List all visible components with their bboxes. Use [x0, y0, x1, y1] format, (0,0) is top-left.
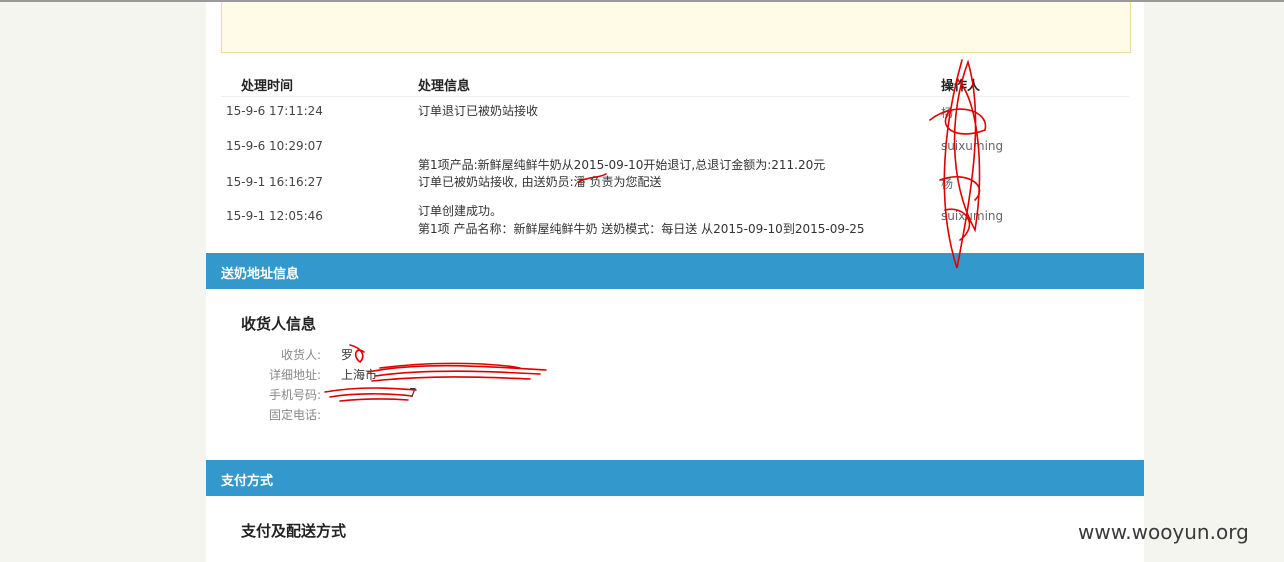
section-title-payment: 支付方式	[221, 474, 274, 489]
log-operator: 杨	[941, 106, 954, 120]
log-row: 15-9-1 12:05:46 订单创建成功。 第1项 产品名称：新鲜屋纯鲜牛奶…	[221, 202, 1129, 247]
log-info: 订单创建成功。 第1项 产品名称：新鲜屋纯鲜牛奶 送奶模式：每日送 从2015-…	[418, 202, 865, 238]
field-address: 详细地址: 上海市	[241, 364, 741, 384]
log-table-header: 处理时间 处理信息 操作人	[221, 68, 1129, 97]
field-mobile: 手机号码: 7	[241, 384, 741, 404]
section-bar-address: 送奶地址信息	[206, 253, 1144, 289]
field-phone: 固定电话:	[241, 404, 741, 424]
notice-box	[221, 2, 1131, 53]
payment-delivery-title: 支付及配送方式	[241, 522, 347, 540]
log-operator: 杨	[941, 177, 954, 191]
log-time: 15-9-6 10:29:07	[226, 139, 323, 153]
watermark-text: www.wooyun.org	[1078, 520, 1249, 544]
log-info-line1: 订单创建成功。	[418, 204, 503, 218]
log-operator: suixuming	[941, 209, 1004, 223]
log-time: 15-9-1 16:16:27	[226, 175, 323, 189]
field-label: 收货人:	[280, 348, 321, 362]
field-recipient: 收货人: 罗	[241, 344, 741, 364]
log-info: 订单退订已被奶站接收	[418, 104, 539, 118]
log-row: 15-9-1 16:16:27 订单已被奶站接收, 由送奶员:潘 负责为您配送 …	[221, 167, 1129, 202]
section-title-address: 送奶地址信息	[221, 267, 300, 282]
log-time: 15-9-6 17:11:24	[226, 104, 323, 118]
section-bar-payment: 支付方式	[206, 460, 1144, 496]
field-value: 7	[409, 386, 417, 400]
field-label: 手机号码:	[268, 388, 321, 402]
log-info-line2: 第1项 产品名称：新鲜屋纯鲜牛奶 送奶模式：每日送 从2015-09-10到20…	[418, 222, 865, 236]
log-row: 15-9-6 17:11:24 订单退订已被奶站接收 杨	[221, 97, 1129, 132]
header-info: 处理信息	[418, 79, 471, 94]
order-detail-page: 处理时间 处理信息 操作人 15-9-6 17:11:24 订单退订已被奶站接收…	[206, 2, 1144, 562]
header-operator: 操作人	[941, 79, 981, 94]
field-label: 固定电话:	[268, 408, 321, 422]
header-time: 处理时间	[241, 79, 294, 94]
field-value: 罗	[341, 348, 354, 362]
order-log-table: 处理时间 处理信息 操作人 15-9-6 17:11:24 订单退订已被奶站接收…	[221, 68, 1129, 247]
field-value: 上海市	[341, 368, 378, 382]
log-operator: suixuming	[941, 139, 1004, 153]
log-row: 15-9-6 10:29:07 第1项产品:新鲜屋纯鲜牛奶从2015-09-10…	[221, 132, 1129, 172]
log-time: 15-9-1 12:05:46	[226, 209, 323, 223]
log-info: 订单已被奶站接收, 由送奶员:潘 负责为您配送	[418, 175, 662, 189]
recipient-info: 收货人: 罗 详细地址: 上海市 手机号码: 7 固定电话:	[241, 344, 741, 424]
field-label: 详细地址:	[268, 368, 321, 382]
recipient-info-title: 收货人信息	[241, 315, 317, 333]
